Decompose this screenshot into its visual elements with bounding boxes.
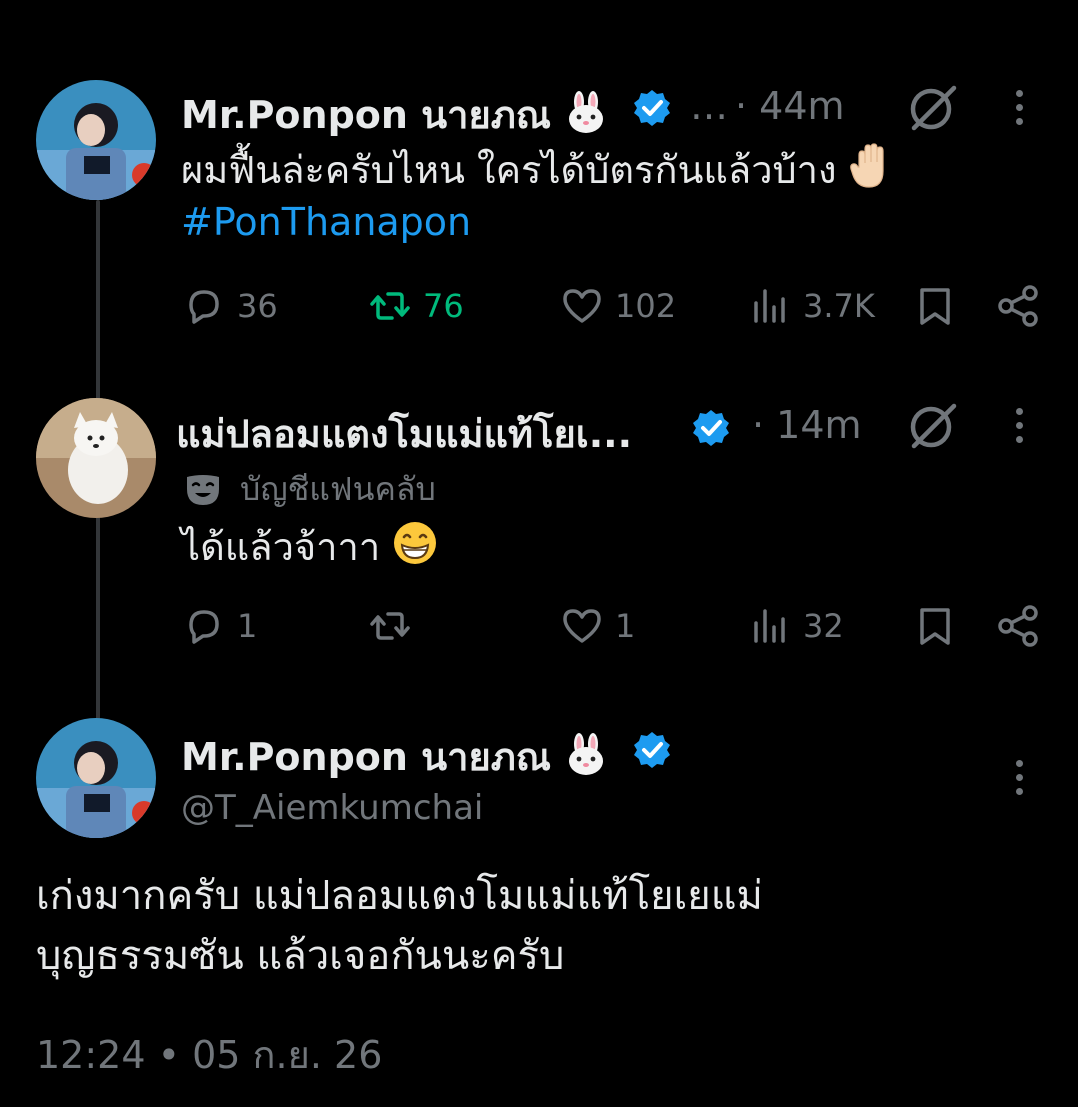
reply-icon xyxy=(189,610,219,644)
views-count: 32 xyxy=(803,607,844,645)
retweet-icon xyxy=(370,292,410,320)
more-icon[interactable] xyxy=(1016,408,1026,450)
hashtag-link[interactable]: #PonThanapon xyxy=(181,200,471,244)
name-ellipsis: … xyxy=(690,84,728,128)
tweet-text: ได้แล้วจ้าาา xyxy=(181,520,438,579)
grok-icon[interactable] xyxy=(906,82,958,134)
author-name[interactable]: Mr.Ponpon นายภณ xyxy=(181,726,608,787)
verified-icon xyxy=(632,88,672,128)
like-icon xyxy=(563,289,601,323)
avatar[interactable] xyxy=(36,718,156,838)
like-count: 102 xyxy=(615,287,677,325)
views-icon xyxy=(754,289,785,323)
reply-button[interactable]: 36 xyxy=(183,285,278,327)
author-name[interactable]: แม่ปลอมแตงโมแม่แท้โยเ... xyxy=(176,403,632,464)
tweet-timestamp[interactable]: 12:24 • 05 ก.ย. 26 xyxy=(36,1024,382,1085)
author-name[interactable]: Mr.Ponpon นายภณ xyxy=(181,84,608,145)
tweet-text-content: ผมฟื้นล่ะครับไหน ใครได้บัตรกันแล้วบ้าง xyxy=(181,148,837,192)
verified-icon xyxy=(632,730,672,770)
views-icon xyxy=(754,609,785,643)
views-button[interactable]: 3.7K xyxy=(749,285,875,327)
tweet-time[interactable]: · 44m xyxy=(735,84,845,128)
retweet-button[interactable] xyxy=(369,605,411,647)
tweet-text: ผมฟื้นล่ะครับไหน ใครได้บัตรกันแล้วบ้าง xyxy=(181,143,893,202)
fan-account-badge: บัญชีแฟนคลับ xyxy=(184,464,436,515)
tweet-text-content: ได้แล้วจ้าาา xyxy=(181,525,381,569)
share-icon[interactable] xyxy=(996,285,1042,331)
author-handle[interactable]: @T_Aiemkumchai xyxy=(181,788,483,828)
share-icon[interactable] xyxy=(996,605,1042,651)
author-name-text: Mr.Ponpon นายภณ xyxy=(181,93,552,137)
hand-emoji xyxy=(849,143,893,202)
like-button[interactable]: 102 xyxy=(561,285,676,327)
avatar[interactable] xyxy=(36,398,156,518)
more-icon[interactable] xyxy=(1016,760,1026,802)
fan-account-label: บัญชีแฟนคลับ xyxy=(240,470,436,508)
retweet-icon xyxy=(370,612,410,640)
mask-icon xyxy=(187,474,219,505)
grok-icon[interactable] xyxy=(906,400,958,452)
retweet-count: 76 xyxy=(423,287,464,325)
bookmark-icon[interactable] xyxy=(914,285,956,331)
main-tweet-line-1: เก่งมากครับ แม่ปลอมแตงโมแม่แท้โยเยแม่ xyxy=(36,873,763,919)
author-name-text: Mr.Ponpon นายภณ xyxy=(181,735,552,779)
verified-icon xyxy=(691,408,731,448)
rabbit-emoji xyxy=(564,91,608,144)
grin-emoji xyxy=(392,520,438,579)
more-icon[interactable] xyxy=(1016,90,1026,132)
reply-button[interactable]: 1 xyxy=(183,605,257,647)
like-button[interactable]: 1 xyxy=(561,605,635,647)
like-count: 1 xyxy=(615,607,636,645)
rabbit-emoji xyxy=(564,733,608,786)
like-icon xyxy=(563,609,601,643)
reply-icon xyxy=(189,290,219,324)
retweet-button[interactable]: 76 xyxy=(369,285,464,327)
avatar[interactable] xyxy=(36,80,156,200)
bookmark-icon[interactable] xyxy=(914,605,956,651)
main-tweet-line-2: บุญธรรมซัน แล้วเจอกันนะครับ xyxy=(36,933,565,979)
reply-count: 36 xyxy=(237,287,278,325)
tweet-time[interactable]: · 14m xyxy=(752,403,862,447)
reply-count: 1 xyxy=(237,607,258,645)
views-count: 3.7K xyxy=(803,287,875,325)
views-button[interactable]: 32 xyxy=(749,605,844,647)
